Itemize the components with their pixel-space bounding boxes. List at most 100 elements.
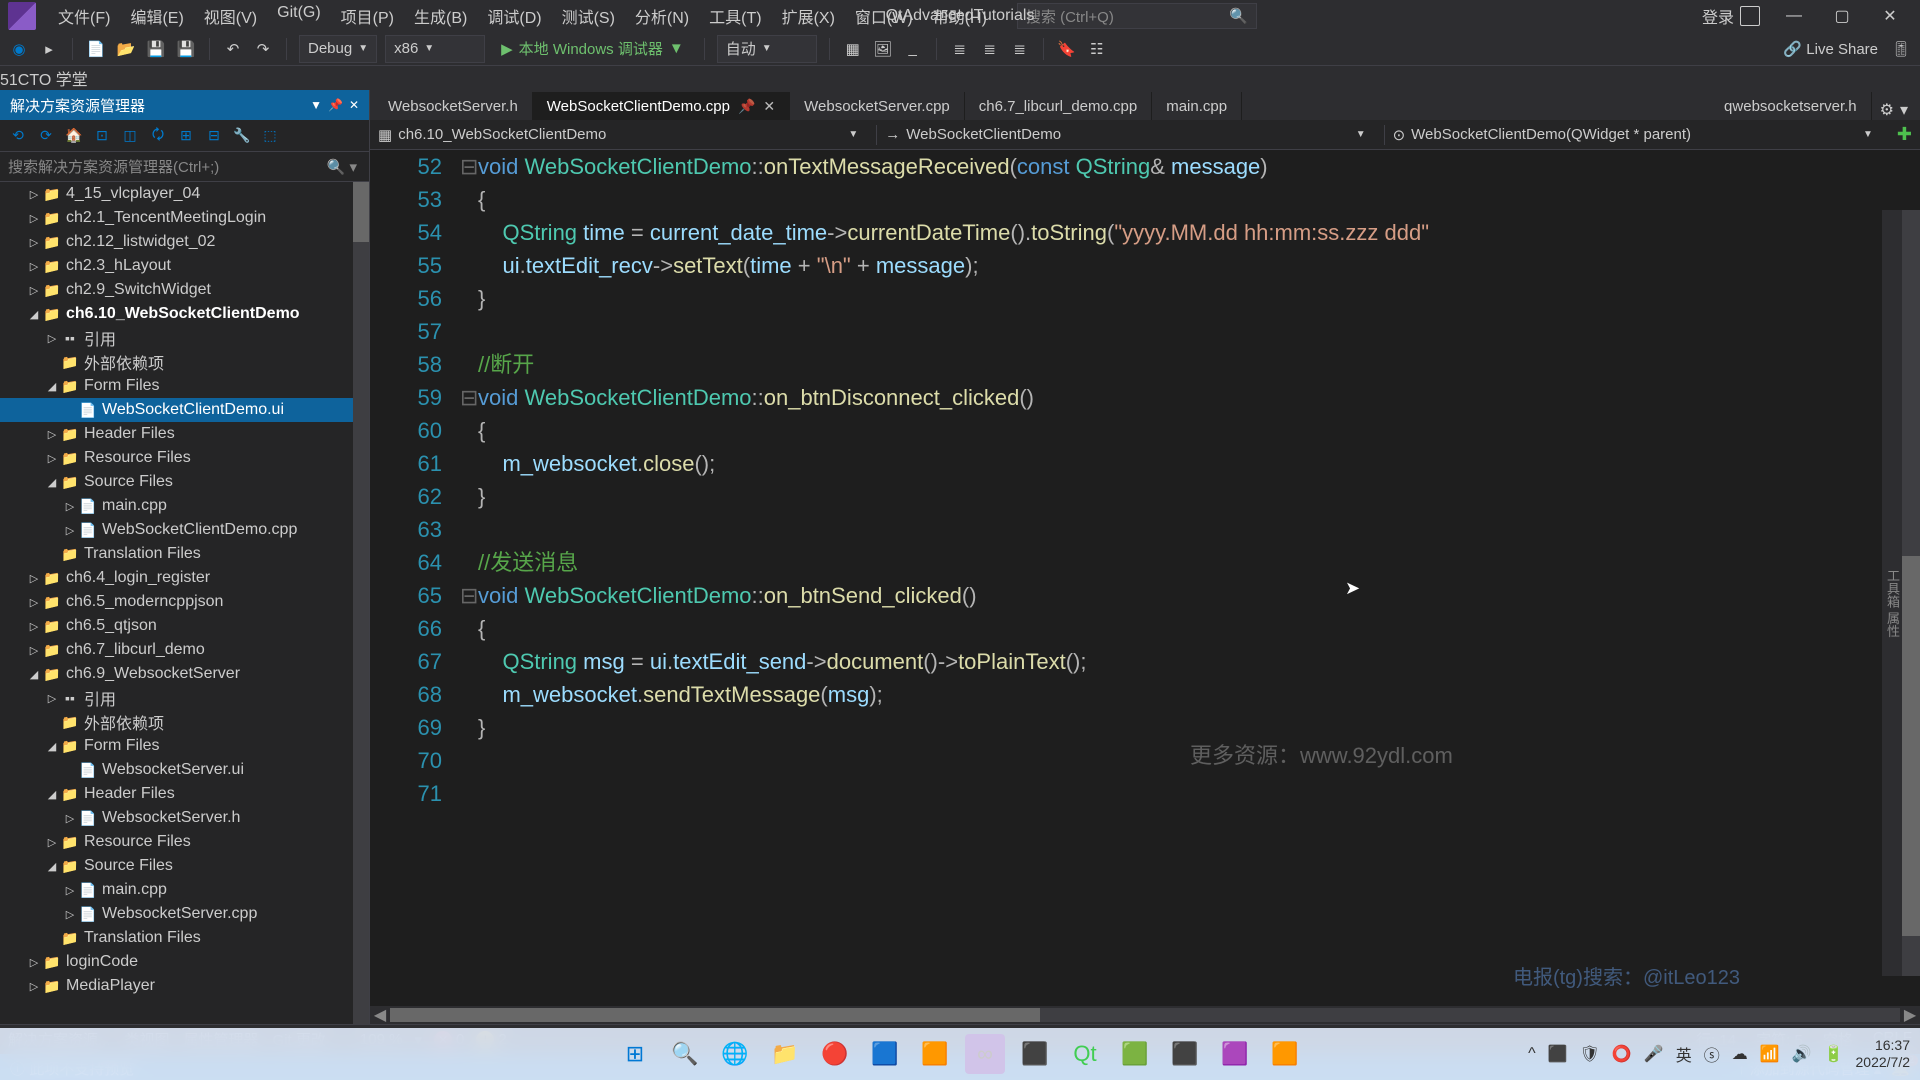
tray-icon-2[interactable]: ⭕ — [1612, 1044, 1632, 1064]
open-icon[interactable]: 📂 — [115, 38, 137, 60]
tray-ime-icon[interactable]: 英 — [1676, 1042, 1692, 1066]
menu-item[interactable]: 工具(T) — [699, 0, 771, 32]
tb-icon-8[interactable]: 🎚 — [1890, 38, 1912, 60]
tray-battery-icon[interactable]: 🔋 — [1824, 1044, 1844, 1064]
ptb-fwd-icon[interactable]: ⟳ — [34, 124, 58, 148]
taskbar-app-4[interactable]: 🟪 — [1215, 1034, 1255, 1074]
ptb-wrench-icon[interactable]: 🔧 — [230, 124, 254, 148]
taskbar-chrome[interactable]: 🔴 — [815, 1034, 855, 1074]
menu-item[interactable]: 调试(D) — [477, 0, 551, 32]
tray-shield-icon[interactable]: 🛡 — [1580, 1044, 1600, 1064]
nav-member-dropdown[interactable]: ⊙ WebSocketClientDemo(QWidget * parent)▼ — [1393, 126, 1883, 144]
close-tab-icon[interactable]: ✕ — [763, 98, 775, 115]
tray-clock[interactable]: 16:37 2022/7/2 — [1856, 1037, 1911, 1071]
taskbar-terminal[interactable]: ⬛ — [1165, 1034, 1205, 1074]
menu-item[interactable]: 分析(N) — [625, 0, 699, 32]
ptb-home-icon[interactable]: 🏠 — [62, 124, 86, 148]
document-tab[interactable]: WebsocketServer.h — [374, 92, 533, 120]
tree-item[interactable]: ▷📁ch6.5_moderncppjson — [0, 590, 369, 614]
tray-wifi-icon[interactable]: 📶 — [1760, 1044, 1780, 1064]
code-editor[interactable]: 5253545556575859606162636465666768697071… — [370, 150, 1920, 1006]
right-gutter[interactable]: 工具箱 属性 — [1882, 210, 1902, 976]
taskbar-app-5[interactable]: 🟧 — [1265, 1034, 1305, 1074]
tab-gear-icon[interactable]: ⚙ — [1880, 100, 1894, 120]
tb-icon-3[interactable]: _ — [902, 38, 924, 60]
tb-icon-5[interactable]: ≣ — [979, 38, 1001, 60]
tb-icon-2[interactable]: 🖼 — [872, 38, 894, 60]
editor-vscroll[interactable] — [1902, 210, 1920, 976]
tree-item[interactable]: ▷📁ch6.7_libcurl_demo — [0, 638, 369, 662]
tree-item[interactable]: ◢📁Source Files — [0, 854, 369, 878]
tray-mic-icon[interactable]: 🎤 — [1644, 1044, 1664, 1064]
tray-cloud-icon[interactable]: ☁ — [1732, 1044, 1748, 1064]
ptb-refresh-icon[interactable]: 🗘 — [146, 124, 170, 148]
code-text[interactable]: void WebSocketClientDemo::onTextMessageR… — [478, 150, 1920, 1006]
tab-add-icon[interactable]: ▾ — [1900, 100, 1908, 120]
tree-item[interactable]: ▷📄main.cpp — [0, 878, 369, 902]
tree-item[interactable]: ▷▪▪引用 — [0, 686, 369, 710]
taskbar-app-2[interactable]: ⬛ — [1015, 1034, 1055, 1074]
login-button[interactable]: 登录 — [1694, 0, 1768, 32]
ptb-icon-2[interactable]: ◫ — [118, 124, 142, 148]
tree-item[interactable]: ▷📄WebsocketServer.h — [0, 806, 369, 830]
tree-item[interactable]: ◢📁ch6.9_WebsocketServer — [0, 662, 369, 686]
taskbar-search[interactable]: 🔍 — [665, 1034, 705, 1074]
panel-dropdown-icon[interactable]: ▼ — [310, 98, 322, 112]
tree-item[interactable]: ▷📄main.cpp — [0, 494, 369, 518]
tb-icon-7[interactable]: ☷ — [1086, 38, 1108, 60]
nav-fwd-icon[interactable]: ▸ — [38, 38, 60, 60]
ptb-icon-1[interactable]: ⊡ — [90, 124, 114, 148]
tray-icon-3[interactable]: ⓢ — [1704, 1042, 1720, 1066]
platform-dropdown[interactable]: x86▼ — [385, 35, 485, 63]
taskbar-app-1[interactable]: 🟦 — [865, 1034, 905, 1074]
maximize-button[interactable]: ▢ — [1820, 0, 1864, 32]
tray-chevron-icon[interactable]: ^ — [1528, 1045, 1536, 1063]
tree-item[interactable]: ▷📁ch6.5_qtjson — [0, 614, 369, 638]
tray-icon-1[interactable]: ⬛ — [1548, 1044, 1568, 1064]
liveshare-button[interactable]: 🔗 Live Share — [1783, 40, 1878, 58]
tree-item[interactable]: 📁外部依赖项 — [0, 710, 369, 734]
panel-search[interactable]: 搜索解决方案资源管理器(Ctrl+;) 🔍 ▾ — [0, 152, 369, 182]
taskbar-app-3[interactable]: 🟩 — [1115, 1034, 1155, 1074]
ptb-icon-4[interactable]: ⊟ — [202, 124, 226, 148]
hscroll-left[interactable]: ◀ — [370, 1005, 390, 1025]
editor-hscroll[interactable] — [390, 1008, 1900, 1022]
document-tab[interactable]: qwebsocketserver.h — [1710, 92, 1872, 120]
tree-item[interactable]: ▷📁ch2.12_listwidget_02 — [0, 230, 369, 254]
save-all-icon[interactable]: 💾 — [175, 38, 197, 60]
panel-pin-icon[interactable]: 📌 — [328, 98, 343, 112]
new-item-icon[interactable]: 📄 — [85, 38, 107, 60]
tree-scrollbar[interactable] — [353, 182, 369, 1024]
taskbar-explorer[interactable]: 📁 — [765, 1034, 805, 1074]
tb-icon-4[interactable]: ≣ — [949, 38, 971, 60]
document-tab[interactable]: WebSocketClientDemo.cpp📌✕ — [533, 92, 790, 120]
tb-icon-6[interactable]: ≣ — [1009, 38, 1031, 60]
redo-icon[interactable]: ↷ — [252, 38, 274, 60]
tree-item[interactable]: ▷📁ch2.3_hLayout — [0, 254, 369, 278]
taskbar-powerpoint[interactable]: 🟧 — [915, 1034, 955, 1074]
tree-item[interactable]: ▷📁MediaPlayer — [0, 974, 369, 998]
menu-item[interactable]: 项目(P) — [331, 0, 404, 32]
menu-item[interactable]: 文件(F) — [48, 0, 120, 32]
taskbar-start[interactable]: ⊞ — [615, 1034, 655, 1074]
nav-class-dropdown[interactable]: → WebSocketClientDemo▼ — [885, 126, 1375, 143]
taskbar-qt[interactable]: Qt — [1065, 1034, 1105, 1074]
tree-item[interactable]: ◢📁Source Files — [0, 470, 369, 494]
tree-item[interactable]: ▷📁Resource Files — [0, 446, 369, 470]
tree-item[interactable]: ◢📁ch6.10_WebSocketClientDemo — [0, 302, 369, 326]
menu-item[interactable]: 扩展(X) — [772, 0, 845, 32]
undo-icon[interactable]: ↶ — [222, 38, 244, 60]
tree-item[interactable]: 📁Translation Files — [0, 542, 369, 566]
tree-item[interactable]: 📄WebsocketServer.ui — [0, 758, 369, 782]
menu-item[interactable]: 视图(V) — [194, 0, 267, 32]
menu-item[interactable]: Git(G) — [267, 0, 331, 32]
tree-item[interactable]: 📄WebSocketClientDemo.ui — [0, 398, 369, 422]
nav-scope-dropdown[interactable]: ▦ ch6.10_WebSocketClientDemo▼ — [378, 126, 868, 144]
minimize-button[interactable]: — — [1772, 0, 1816, 32]
tree-item[interactable]: ◢📁Form Files — [0, 374, 369, 398]
tree-item[interactable]: ▷📁Resource Files — [0, 830, 369, 854]
document-tab[interactable]: ch6.7_libcurl_demo.cpp — [965, 92, 1152, 120]
tree-item[interactable]: ▷📁loginCode — [0, 950, 369, 974]
tree-item[interactable]: ▷📄WebSocketClientDemo.cpp — [0, 518, 369, 542]
taskbar-edge[interactable]: 🌐 — [715, 1034, 755, 1074]
